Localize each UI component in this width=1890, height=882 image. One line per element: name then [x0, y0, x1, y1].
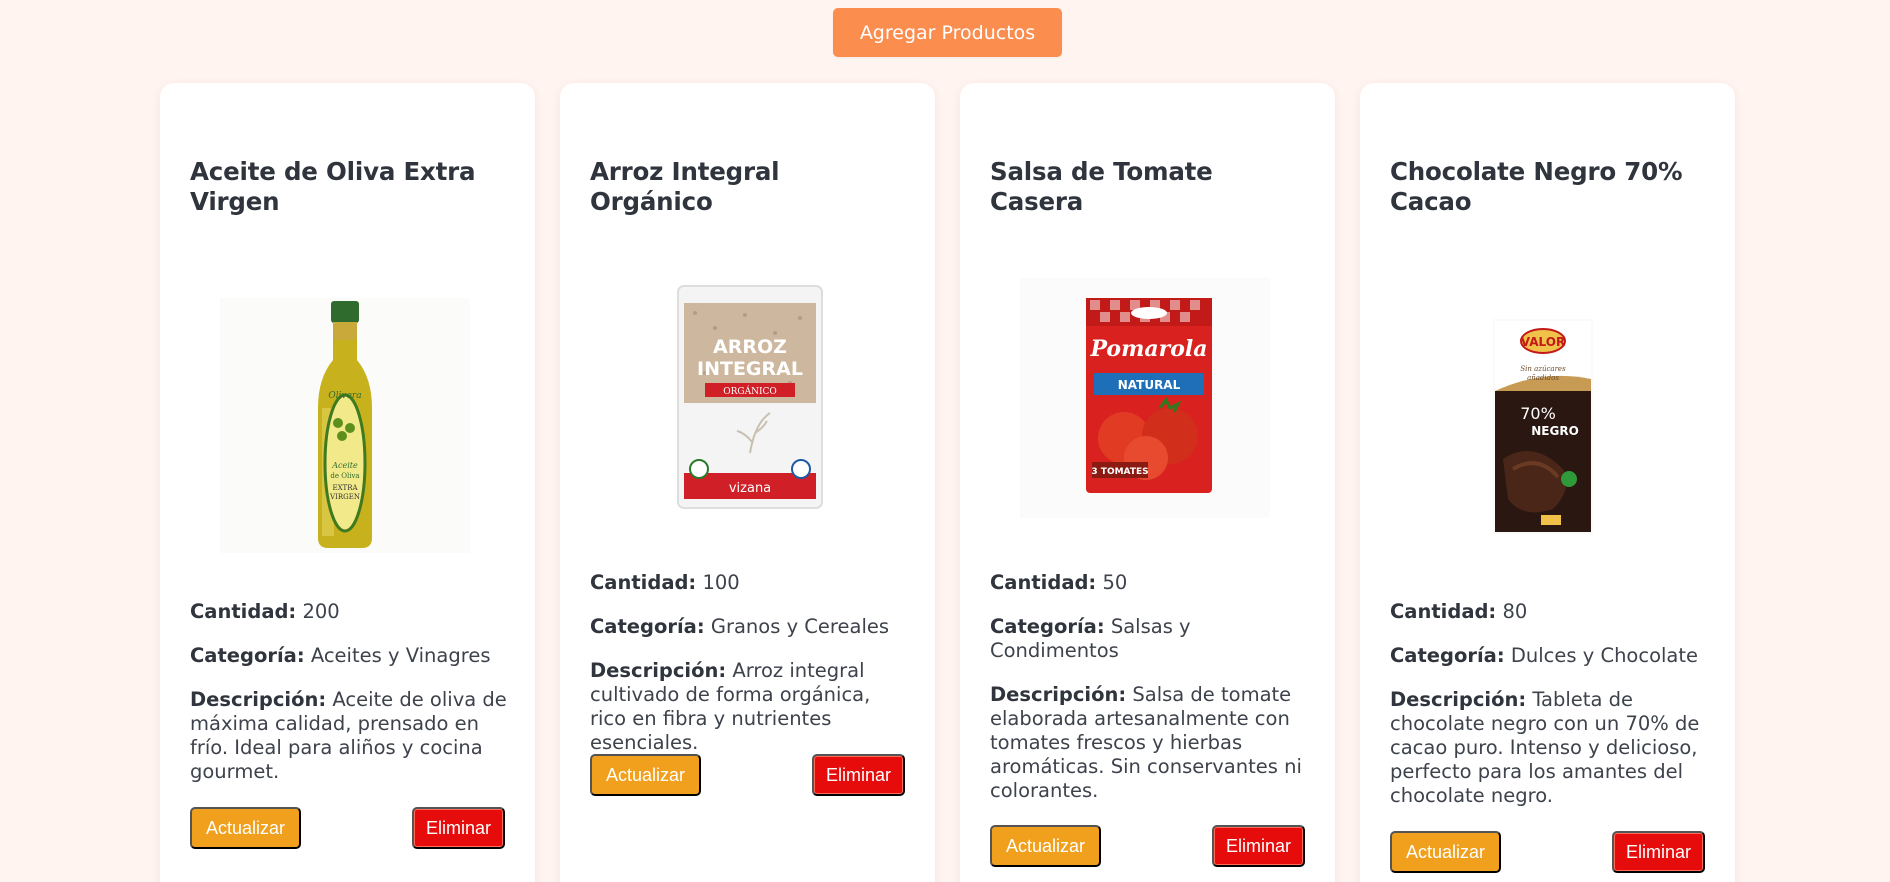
- svg-text:de Oliva: de Oliva: [330, 472, 359, 480]
- description-row: Descripción: Salsa de tomate elaborada a…: [990, 683, 1310, 803]
- update-button[interactable]: Actualizar: [190, 807, 301, 849]
- svg-text:Sin azúcares: Sin azúcares: [1520, 365, 1566, 373]
- quantity-value: 80: [1502, 600, 1528, 623]
- category-value: Granos y Cereales: [710, 615, 890, 638]
- category-label: Categoría:: [990, 615, 1105, 638]
- card-actions: Actualizar Eliminar: [590, 754, 905, 796]
- svg-text:vizana: vizana: [729, 481, 771, 496]
- quantity-row: Cantidad: 50: [990, 571, 1310, 595]
- product-info: Cantidad: 200 Categoría: Aceites y Vinag…: [190, 600, 510, 804]
- svg-text:INTEGRAL: INTEGRAL: [697, 358, 803, 380]
- olive-oil-bottle-image: Olivera Aceite de Oliva EXTRA VIRGEN: [220, 298, 470, 553]
- delete-button[interactable]: Eliminar: [812, 754, 905, 796]
- svg-text:EXTRA: EXTRA: [332, 484, 358, 492]
- category-label: Categoría:: [1390, 644, 1505, 667]
- svg-text:NEGRO: NEGRO: [1531, 424, 1579, 438]
- svg-text:Aceite: Aceite: [331, 461, 358, 470]
- add-products-button[interactable]: Agregar Productos: [833, 8, 1062, 57]
- quantity-value: 100: [702, 571, 740, 594]
- product-info: Cantidad: 80 Categoría: Dulces y Chocola…: [1390, 600, 1710, 828]
- category-label: Categoría:: [190, 644, 305, 667]
- description-label: Descripción:: [1390, 688, 1527, 711]
- dark-chocolate-bar-image: VALOR Sin azúcares añadidos 70% NEGRO: [1493, 319, 1593, 534]
- category-value: Aceites y Vinagres: [310, 644, 491, 667]
- product-title: Arroz Integral Orgánico: [590, 157, 780, 216]
- card-actions: Actualizar Eliminar: [1390, 831, 1705, 873]
- quantity-value: 200: [302, 600, 340, 623]
- category-row: Categoría: Granos y Cereales: [590, 615, 910, 639]
- product-card: Aceite de Oliva Extra Virgen Olivera Ace…: [160, 83, 535, 882]
- quantity-row: Cantidad: 100: [590, 571, 910, 595]
- svg-text:VALOR: VALOR: [1521, 335, 1565, 349]
- quantity-label: Cantidad:: [990, 571, 1097, 594]
- description-row: Descripción: Tableta de chocolate negro …: [1390, 688, 1710, 808]
- svg-text:Olivera: Olivera: [328, 391, 361, 401]
- category-row: Categoría: Salsas y Condimentos: [990, 615, 1310, 663]
- description-row: Descripción: Arroz integral cultivado de…: [590, 659, 910, 755]
- quantity-row: Cantidad: 80: [1390, 600, 1710, 624]
- brown-rice-bag-image: ARROZ INTEGRAL ORGÁNICO vizana: [675, 283, 825, 513]
- svg-text:3 TOMATES: 3 TOMATES: [1091, 467, 1148, 477]
- svg-text:ORGÁNICO: ORGÁNICO: [723, 385, 777, 397]
- svg-text:Pomarola: Pomarola: [1089, 336, 1207, 362]
- quantity-label: Cantidad:: [190, 600, 297, 623]
- delete-button[interactable]: Eliminar: [412, 807, 505, 849]
- delete-button[interactable]: Eliminar: [1212, 825, 1305, 867]
- category-label: Categoría:: [590, 615, 705, 638]
- update-button[interactable]: Actualizar: [990, 825, 1101, 867]
- product-card: Chocolate Negro 70% Cacao VALOR Sin azúc…: [1360, 83, 1735, 882]
- svg-text:NATURAL: NATURAL: [1118, 378, 1181, 392]
- product-info: Cantidad: 100 Categoría: Granos y Cereal…: [590, 571, 910, 775]
- svg-text:VIRGEN: VIRGEN: [329, 493, 360, 501]
- category-row: Categoría: Aceites y Vinagres: [190, 644, 510, 668]
- description-label: Descripción:: [990, 683, 1127, 706]
- quantity-value: 50: [1102, 571, 1128, 594]
- product-title: Chocolate Negro 70% Cacao: [1390, 157, 1683, 216]
- update-button[interactable]: Actualizar: [1390, 831, 1501, 873]
- svg-text:ARROZ: ARROZ: [713, 336, 787, 358]
- category-row: Categoría: Dulces y Chocolate: [1390, 644, 1710, 668]
- svg-text:70%: 70%: [1520, 404, 1556, 423]
- description-row: Descripción: Aceite de oliva de máxima c…: [190, 688, 510, 784]
- category-value: Dulces y Chocolate: [1510, 644, 1699, 667]
- product-card: Arroz Integral Orgánico ARROZ INTEGRAL O…: [560, 83, 935, 882]
- product-card: Salsa de Tomate Casera Pomarola NATURAL: [960, 83, 1335, 882]
- tomato-sauce-pouch-image: Pomarola NATURAL 3 TOMATES: [1020, 278, 1270, 518]
- delete-button[interactable]: Eliminar: [1612, 831, 1705, 873]
- product-info: Cantidad: 50 Categoría: Salsas y Condime…: [990, 571, 1310, 823]
- card-actions: Actualizar Eliminar: [990, 825, 1305, 867]
- product-title: Salsa de Tomate Casera: [990, 157, 1213, 216]
- card-actions: Actualizar Eliminar: [190, 807, 505, 849]
- update-button[interactable]: Actualizar: [590, 754, 701, 796]
- svg-text:añadidos: añadidos: [1527, 374, 1559, 382]
- quantity-label: Cantidad:: [1390, 600, 1497, 623]
- description-label: Descripción:: [590, 659, 727, 682]
- quantity-row: Cantidad: 200: [190, 600, 510, 624]
- description-label: Descripción:: [190, 688, 327, 711]
- quantity-label: Cantidad:: [590, 571, 697, 594]
- product-title: Aceite de Oliva Extra Virgen: [190, 157, 476, 216]
